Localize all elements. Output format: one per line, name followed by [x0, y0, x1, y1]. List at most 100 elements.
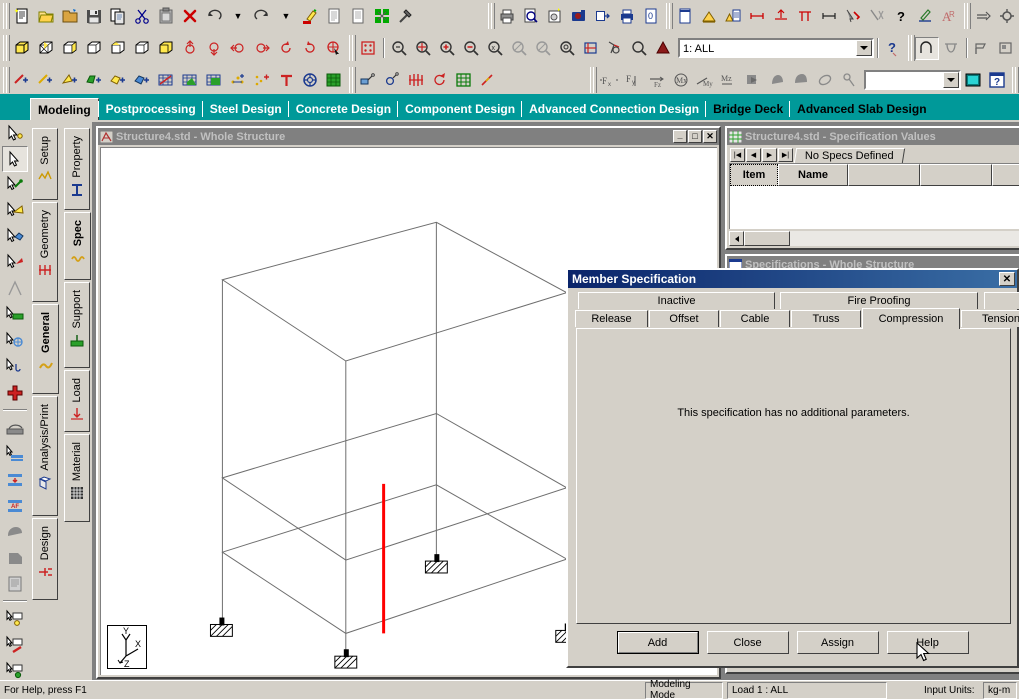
- zoom-dynamic-icon[interactable]: [507, 37, 531, 60]
- tab-component-design[interactable]: Component Design: [397, 98, 522, 120]
- report-icon[interactable]: [322, 5, 346, 28]
- rotate-left-icon[interactable]: [226, 37, 250, 60]
- notes-icon[interactable]: [673, 5, 697, 28]
- undo-icon[interactable]: [202, 5, 226, 28]
- dimension-icon[interactable]: [817, 5, 841, 28]
- spec-values-grid-body[interactable]: [730, 186, 1019, 229]
- paste-icon[interactable]: [154, 5, 178, 28]
- mx-moment-icon[interactable]: Mx: [669, 69, 693, 92]
- delete-icon[interactable]: [178, 5, 202, 28]
- cut-icon[interactable]: [130, 5, 154, 28]
- zoom-previous-icon[interactable]: x: [483, 37, 507, 60]
- generate-surface-mesh-icon[interactable]: [202, 69, 226, 92]
- hscroll-left-button[interactable]: [729, 231, 744, 246]
- isometric-view-icon[interactable]: [10, 37, 34, 60]
- loads-cursor-icon[interactable]: [2, 328, 28, 354]
- tab-advanced-slab-design[interactable]: Advanced Slab Design: [789, 98, 933, 120]
- load-case-combo[interactable]: [864, 70, 961, 90]
- view-from-plus-x-icon[interactable]: [106, 37, 130, 60]
- structure-wizard-icon[interactable]: [370, 5, 394, 28]
- spec-values-hscrollbar[interactable]: [729, 231, 1019, 246]
- rotate-right-icon[interactable]: [250, 37, 274, 60]
- display-options-icon[interactable]: [961, 69, 985, 92]
- dialog-tab-cable[interactable]: Cable: [720, 310, 790, 327]
- select-by-specification-icon[interactable]: AF: [2, 493, 28, 519]
- page-setup-icon[interactable]: 0: [639, 5, 663, 28]
- translational-repeat-icon[interactable]: [250, 69, 274, 92]
- dialog-tab-imperfection[interactable]: Imperfection: [984, 292, 1019, 309]
- vtab-property[interactable]: Property: [64, 128, 90, 210]
- grid-column-3[interactable]: [848, 164, 920, 186]
- rotate-cw-icon[interactable]: [274, 37, 298, 60]
- redo-icon[interactable]: [250, 5, 274, 28]
- stress-contour-icon[interactable]: [765, 69, 789, 92]
- highlighter-icon[interactable]: [298, 5, 322, 28]
- member-property-icon[interactable]: [404, 69, 428, 92]
- display-node-distance-icon[interactable]: [745, 5, 769, 28]
- vtab-analysis-print[interactable]: Analysis/Print: [32, 396, 58, 516]
- dynamic-rotate-icon[interactable]: [322, 37, 346, 60]
- section-view-icon[interactable]: [813, 69, 837, 92]
- dialog-tab-inactive[interactable]: Inactive: [578, 292, 775, 309]
- new-file-icon[interactable]: ✦: [10, 5, 34, 28]
- utilization-ratio-icon[interactable]: [837, 69, 861, 92]
- snap-node-icon[interactable]: [971, 5, 995, 28]
- zoom-glass-icon[interactable]: [627, 37, 651, 60]
- add-button[interactable]: Add: [616, 631, 699, 654]
- geometry-cursor-icon[interactable]: [2, 276, 28, 302]
- run-analysis-icon[interactable]: [995, 5, 1019, 28]
- add-plate-icon[interactable]: [58, 69, 82, 92]
- load-case-dropdown-arrow[interactable]: [943, 72, 959, 88]
- deflection-icon[interactable]: [789, 69, 813, 92]
- zoom-extents-icon[interactable]: [411, 37, 435, 60]
- select-dimension-icon[interactable]: [841, 5, 865, 28]
- view-selected-icon[interactable]: [579, 37, 603, 60]
- text-annotate-icon[interactable]: AR: [937, 5, 961, 28]
- nav-prev-button[interactable]: ◀: [746, 148, 761, 162]
- nav-last-button[interactable]: ▶|: [778, 148, 793, 162]
- fz-force-icon[interactable]: Fz: [645, 69, 669, 92]
- select-group-icon[interactable]: [2, 519, 28, 545]
- vtab-load[interactable]: Load: [64, 370, 90, 432]
- add-beam-midpoint-icon[interactable]: [34, 69, 58, 92]
- whole-structure-titlebar[interactable]: Structure4.std - Whole Structure _ □ ✕: [98, 128, 719, 145]
- structure-minimize-button[interactable]: _: [673, 130, 687, 143]
- tools-hammer-icon[interactable]: [394, 5, 418, 28]
- display-whole-structure-icon[interactable]: [603, 37, 627, 60]
- open-file-icon[interactable]: [34, 5, 58, 28]
- dialog-tab-fire-proofing[interactable]: Fire Proofing: [780, 292, 978, 309]
- dimension-table-icon[interactable]: [721, 5, 745, 28]
- bridge-deck-icon[interactable]: [939, 37, 963, 60]
- print-preview-icon[interactable]: [519, 5, 543, 28]
- structure-tool-icon[interactable]: [915, 36, 939, 60]
- display-surface-icon[interactable]: [793, 5, 817, 28]
- add-solid-icon[interactable]: [106, 69, 130, 92]
- spec-values-titlebar[interactable]: Structure4.std - Specification Values _ …: [727, 128, 1019, 145]
- report-setup-icon[interactable]: [346, 5, 370, 28]
- dialog-tab-truss[interactable]: Truss: [791, 310, 861, 327]
- save-icon[interactable]: [82, 5, 106, 28]
- redo-dropdown-icon[interactable]: ▼: [274, 5, 298, 28]
- user-table-icon[interactable]: [380, 69, 404, 92]
- close-button[interactable]: Close: [706, 631, 789, 654]
- zoom-window-icon[interactable]: [387, 37, 411, 60]
- beams-cursor-icon[interactable]: [2, 172, 28, 198]
- add-surface-icon[interactable]: [130, 69, 154, 92]
- vtab-geometry[interactable]: Geometry: [32, 202, 58, 302]
- select-beam-group-icon[interactable]: [2, 632, 28, 658]
- grid-column-4[interactable]: [920, 164, 992, 186]
- fx-force-icon[interactable]: Fx: [597, 69, 621, 92]
- vtab-setup[interactable]: Setup: [32, 128, 58, 200]
- insert-node-icon[interactable]: [154, 69, 178, 92]
- tab-postprocessing[interactable]: Postprocessing: [97, 98, 203, 120]
- snap-grid-icon[interactable]: [476, 69, 500, 92]
- tab-steel-design[interactable]: Steel Design: [201, 98, 289, 120]
- spec-values-tab[interactable]: No Specs Defined: [793, 147, 905, 163]
- supports-cursor-icon[interactable]: [2, 302, 28, 328]
- zoom-all-icon[interactable]: [555, 37, 579, 60]
- animation-icon[interactable]: [741, 69, 765, 92]
- display-report-icon[interactable]: [591, 5, 615, 28]
- tab-advanced-connection-design[interactable]: Advanced Connection Design: [521, 98, 706, 120]
- nav-next-button[interactable]: ▶: [762, 148, 777, 162]
- dialog-close-button[interactable]: ✕: [999, 272, 1015, 286]
